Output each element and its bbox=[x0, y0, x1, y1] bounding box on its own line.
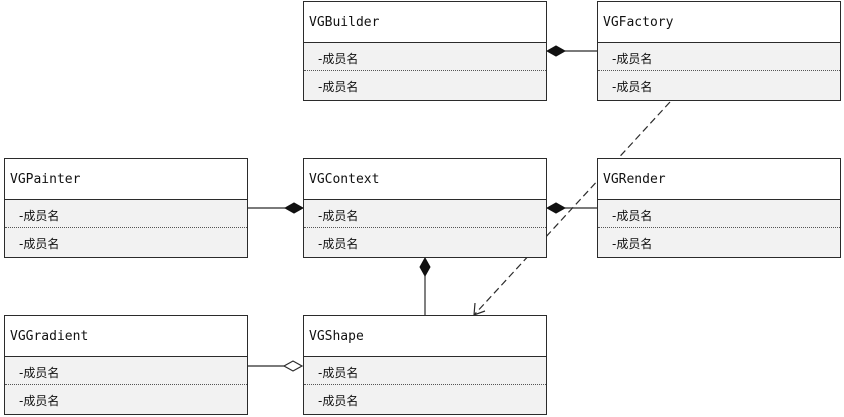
member-compartment: -成员名 -成员名 bbox=[598, 43, 840, 100]
class-name: VGRender bbox=[598, 159, 840, 200]
class-vgpainter[interactable]: VGPainter -成员名 -成员名 bbox=[4, 158, 248, 258]
member-item: -成员名 bbox=[598, 200, 840, 228]
class-name: VGPainter bbox=[5, 159, 247, 200]
class-diagram: VGBuilder -成员名 -成员名 VGFactory -成员名 -成员名 … bbox=[0, 0, 844, 417]
member-item: -成员名 bbox=[19, 394, 60, 408]
member-compartment: -成员名 -成员名 bbox=[5, 357, 247, 414]
class-vggradient[interactable]: VGGradient -成员名 -成员名 bbox=[4, 315, 248, 415]
member-item: -成员名 bbox=[318, 394, 359, 408]
class-name: VGContext bbox=[304, 159, 546, 200]
relation-vgshape-vgcontext bbox=[419, 256, 431, 315]
class-vgcontext[interactable]: VGContext -成员名 -成员名 bbox=[303, 158, 547, 258]
member-item: -成员名 bbox=[304, 357, 546, 385]
member-compartment: -成员名 -成员名 bbox=[5, 200, 247, 257]
class-name: VGGradient bbox=[5, 316, 247, 357]
class-name: VGFactory bbox=[598, 2, 840, 43]
member-compartment: -成员名 -成员名 bbox=[598, 200, 840, 257]
class-vgrender[interactable]: VGRender -成员名 -成员名 bbox=[597, 158, 841, 258]
composition-diamond bbox=[545, 45, 567, 57]
member-item: -成员名 bbox=[5, 200, 247, 228]
member-item: -成员名 bbox=[598, 43, 840, 71]
relation-vggradient-vgshape bbox=[248, 360, 304, 372]
member-item: -成员名 bbox=[612, 237, 653, 251]
class-vgfactory[interactable]: VGFactory -成员名 -成员名 bbox=[597, 1, 841, 101]
class-name: VGBuilder bbox=[304, 2, 546, 43]
composition-diamond bbox=[545, 202, 567, 214]
member-item: -成员名 bbox=[304, 200, 546, 228]
class-vgshape[interactable]: VGShape -成员名 -成员名 bbox=[303, 315, 547, 415]
member-item: -成员名 bbox=[304, 43, 546, 71]
member-item: -成员名 bbox=[318, 237, 359, 251]
member-item: -成员名 bbox=[19, 237, 60, 251]
member-compartment: -成员名 -成员名 bbox=[304, 357, 546, 414]
composition-diamond bbox=[419, 256, 431, 278]
member-compartment: -成员名 -成员名 bbox=[304, 200, 546, 257]
class-name: VGShape bbox=[304, 316, 546, 357]
member-item: -成员名 bbox=[318, 80, 359, 94]
aggregation-diamond bbox=[282, 360, 304, 372]
member-compartment: -成员名 -成员名 bbox=[304, 43, 546, 100]
relation-vgfactory-vgbuilder bbox=[545, 45, 597, 57]
relation-vgpainter-vgcontext bbox=[248, 202, 305, 214]
class-vgbuilder[interactable]: VGBuilder -成员名 -成员名 bbox=[303, 1, 547, 101]
member-item: -成员名 bbox=[612, 80, 653, 94]
member-item: -成员名 bbox=[5, 357, 247, 385]
composition-diamond bbox=[283, 202, 305, 214]
